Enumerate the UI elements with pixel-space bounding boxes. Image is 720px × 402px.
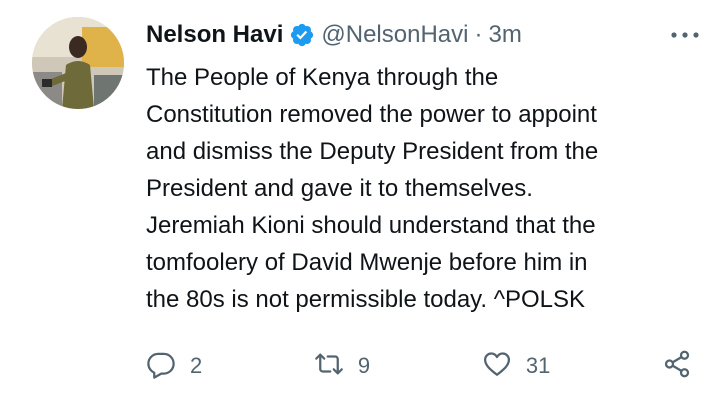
- share-button[interactable]: [662, 349, 692, 384]
- tweet-card[interactable]: Nelson Havi @NelsonHavi · 3m The People …: [0, 0, 720, 402]
- reply-button[interactable]: 2: [146, 349, 202, 384]
- tweet-header: Nelson Havi @NelsonHavi · 3m: [146, 19, 700, 51]
- reply-icon: [146, 349, 176, 384]
- like-button[interactable]: 31: [482, 349, 550, 384]
- author-name[interactable]: Nelson Havi: [146, 21, 283, 49]
- heart-icon: [482, 349, 512, 384]
- share-icon: [662, 349, 692, 384]
- tweet-timestamp[interactable]: 3m: [488, 21, 521, 49]
- tweet-text: The People of Kenya through the Constitu…: [146, 64, 599, 313]
- author-handle[interactable]: @NelsonHavi: [321, 21, 468, 49]
- avatar[interactable]: [32, 17, 124, 109]
- separator-dot: ·: [474, 21, 483, 48]
- retweet-count: 9: [357, 353, 371, 378]
- verified-badge-icon: [289, 22, 315, 48]
- like-count: 31: [525, 353, 551, 378]
- retweet-button[interactable]: 9: [314, 349, 370, 384]
- tweet-actions: 2 9 31: [146, 346, 692, 386]
- avatar-photo: [32, 17, 124, 109]
- more-options-icon[interactable]: [660, 21, 700, 49]
- retweet-icon: [314, 349, 344, 384]
- reply-count: 2: [190, 353, 203, 378]
